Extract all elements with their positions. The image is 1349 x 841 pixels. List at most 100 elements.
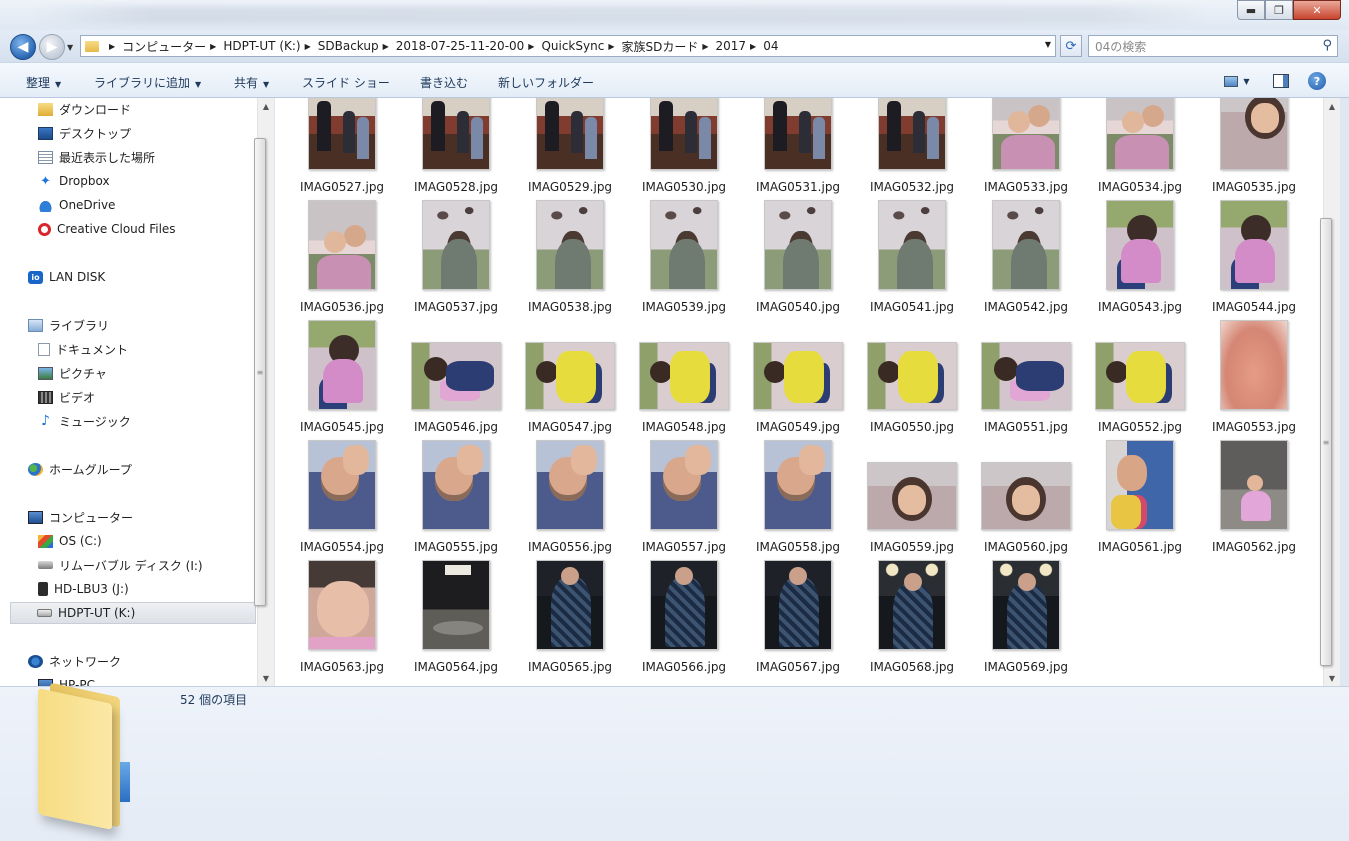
chevron-right-icon[interactable]: ▶ bbox=[702, 42, 708, 51]
file-name[interactable]: IMAG0562.jpg bbox=[1189, 540, 1319, 554]
photo-thumbnail[interactable] bbox=[650, 98, 718, 170]
nav-downloads[interactable]: ダウンロード bbox=[38, 98, 131, 120]
file-name[interactable]: IMAG0530.jpg bbox=[619, 180, 749, 194]
breadcrumb-year[interactable]: 2017 bbox=[715, 39, 746, 53]
photo-thumbnail[interactable] bbox=[981, 462, 1071, 530]
file-name[interactable]: IMAG0536.jpg bbox=[277, 300, 407, 314]
file-item[interactable]: IMAG0561.jpg bbox=[1085, 434, 1195, 554]
preview-pane-button[interactable] bbox=[1272, 71, 1290, 91]
nav-music[interactable]: ♪ ミュージック bbox=[38, 410, 131, 432]
file-item[interactable]: IMAG0542.jpg bbox=[971, 194, 1081, 314]
change-view-button[interactable]: ▼ bbox=[1220, 71, 1254, 91]
photo-thumbnail[interactable] bbox=[992, 200, 1060, 290]
photo-thumbnail[interactable] bbox=[992, 560, 1060, 650]
minimize-button[interactable]: ▬ bbox=[1237, 0, 1265, 20]
photo-thumbnail[interactable] bbox=[1106, 200, 1174, 290]
file-name[interactable]: IMAG0557.jpg bbox=[619, 540, 749, 554]
breadcrumb-month[interactable]: 04 bbox=[763, 39, 778, 53]
file-name[interactable]: IMAG0544.jpg bbox=[1189, 300, 1319, 314]
file-item[interactable]: IMAG0553.jpg bbox=[1199, 314, 1309, 434]
file-item[interactable]: IMAG0558.jpg bbox=[743, 434, 853, 554]
file-name[interactable]: IMAG0566.jpg bbox=[619, 660, 749, 674]
file-item[interactable]: IMAG0536.jpg bbox=[287, 194, 397, 314]
file-name[interactable]: IMAG0545.jpg bbox=[277, 420, 407, 434]
scroll-up-icon[interactable]: ▲ bbox=[1324, 98, 1340, 114]
file-item[interactable]: IMAG0538.jpg bbox=[515, 194, 625, 314]
content-scroll-thumb[interactable]: ≡ bbox=[1320, 218, 1332, 666]
file-name[interactable]: IMAG0528.jpg bbox=[391, 180, 521, 194]
file-item[interactable]: IMAG0543.jpg bbox=[1085, 194, 1195, 314]
breadcrumb-drive[interactable]: HDPT-UT (K:) bbox=[223, 39, 300, 53]
file-name[interactable]: IMAG0567.jpg bbox=[733, 660, 863, 674]
file-item[interactable]: IMAG0529.jpg bbox=[515, 98, 625, 194]
file-item[interactable]: IMAG0547.jpg bbox=[515, 314, 625, 434]
photo-thumbnail[interactable] bbox=[422, 98, 490, 170]
file-item[interactable]: IMAG0564.jpg bbox=[401, 554, 511, 674]
file-item[interactable]: IMAG0568.jpg bbox=[857, 554, 967, 674]
file-item[interactable]: IMAG0539.jpg bbox=[629, 194, 739, 314]
scroll-up-icon[interactable]: ▲ bbox=[258, 98, 274, 114]
file-name[interactable]: IMAG0549.jpg bbox=[733, 420, 863, 434]
nav-libraries[interactable]: ライブラリ bbox=[28, 314, 109, 336]
photo-thumbnail[interactable] bbox=[764, 440, 832, 530]
file-name[interactable]: IMAG0541.jpg bbox=[847, 300, 977, 314]
photo-thumbnail[interactable] bbox=[1220, 440, 1288, 530]
file-name[interactable]: IMAG0559.jpg bbox=[847, 540, 977, 554]
file-name[interactable]: IMAG0550.jpg bbox=[847, 420, 977, 434]
nav-videos[interactable]: ビデオ bbox=[38, 386, 95, 408]
file-name[interactable]: IMAG0532.jpg bbox=[847, 180, 977, 194]
photo-thumbnail[interactable] bbox=[1220, 98, 1288, 170]
chevron-right-icon[interactable]: ▶ bbox=[109, 42, 115, 51]
breadcrumb-date-folder[interactable]: 2018-07-25-11-20-00 bbox=[396, 39, 525, 53]
slideshow-button[interactable]: スライド ショー bbox=[302, 74, 390, 91]
scroll-down-icon[interactable]: ▼ bbox=[1324, 670, 1340, 686]
address-bar[interactable]: ▶ コンピューター ▶ HDPT-UT (K:) ▶ SDBackup ▶ 20… bbox=[80, 35, 1056, 57]
nav-scrollbar[interactable]: ▲ ≡ ▼ bbox=[254, 98, 274, 686]
nav-network[interactable]: ネットワーク bbox=[28, 650, 121, 672]
file-item[interactable]: IMAG0567.jpg bbox=[743, 554, 853, 674]
nav-os-drive[interactable]: OS (C:) bbox=[38, 530, 102, 552]
nav-documents[interactable]: ドキュメント bbox=[38, 338, 128, 360]
file-name[interactable]: IMAG0537.jpg bbox=[391, 300, 521, 314]
file-name[interactable]: IMAG0551.jpg bbox=[961, 420, 1091, 434]
file-name[interactable]: IMAG0529.jpg bbox=[505, 180, 635, 194]
file-item[interactable]: IMAG0534.jpg bbox=[1085, 98, 1195, 194]
file-name[interactable]: IMAG0543.jpg bbox=[1075, 300, 1205, 314]
photo-thumbnail[interactable] bbox=[764, 200, 832, 290]
nav-creative-cloud[interactable]: Creative Cloud Files bbox=[38, 218, 176, 240]
file-item[interactable]: IMAG0545.jpg bbox=[287, 314, 397, 434]
photo-thumbnail[interactable] bbox=[536, 98, 604, 170]
nav-pictures[interactable]: ピクチャ bbox=[38, 362, 107, 384]
search-icon[interactable]: ⚲ bbox=[1322, 38, 1332, 53]
file-name[interactable]: IMAG0568.jpg bbox=[847, 660, 977, 674]
nav-dropbox[interactable]: ✦ Dropbox bbox=[38, 170, 110, 192]
chevron-right-icon[interactable]: ▶ bbox=[608, 42, 614, 51]
file-item[interactable]: IMAG0554.jpg bbox=[287, 434, 397, 554]
file-item[interactable]: IMAG0559.jpg bbox=[857, 434, 967, 554]
photo-thumbnail[interactable] bbox=[867, 462, 957, 530]
address-dropdown-icon[interactable]: ▼ bbox=[1045, 40, 1051, 49]
file-item[interactable]: IMAG0546.jpg bbox=[401, 314, 511, 434]
photo-thumbnail[interactable] bbox=[1106, 98, 1174, 170]
photo-thumbnail[interactable] bbox=[639, 342, 729, 410]
nav-homegroup[interactable]: ホームグループ bbox=[28, 458, 132, 480]
file-name[interactable]: IMAG0540.jpg bbox=[733, 300, 863, 314]
chevron-right-icon[interactable]: ▶ bbox=[750, 42, 756, 51]
maximize-button[interactable]: ❐ bbox=[1265, 0, 1293, 20]
file-item[interactable]: IMAG0555.jpg bbox=[401, 434, 511, 554]
file-name[interactable]: IMAG0547.jpg bbox=[505, 420, 635, 434]
photo-thumbnail[interactable] bbox=[981, 342, 1071, 410]
photo-thumbnail[interactable] bbox=[536, 560, 604, 650]
close-button[interactable]: ✕ bbox=[1293, 0, 1341, 20]
file-item[interactable]: IMAG0533.jpg bbox=[971, 98, 1081, 194]
file-name[interactable]: IMAG0569.jpg bbox=[961, 660, 1091, 674]
breadcrumb-computer[interactable]: コンピューター bbox=[122, 38, 206, 55]
chevron-right-icon[interactable]: ▶ bbox=[528, 42, 534, 51]
file-item[interactable]: IMAG0556.jpg bbox=[515, 434, 625, 554]
nav-recent-places[interactable]: 最近表示した場所 bbox=[38, 146, 155, 168]
photo-thumbnail[interactable] bbox=[878, 98, 946, 170]
photo-thumbnail[interactable] bbox=[308, 440, 376, 530]
file-item[interactable]: IMAG0552.jpg bbox=[1085, 314, 1195, 434]
nav-hdpt-ut[interactable]: HDPT-UT (K:) bbox=[10, 602, 256, 624]
file-name[interactable]: IMAG0539.jpg bbox=[619, 300, 749, 314]
